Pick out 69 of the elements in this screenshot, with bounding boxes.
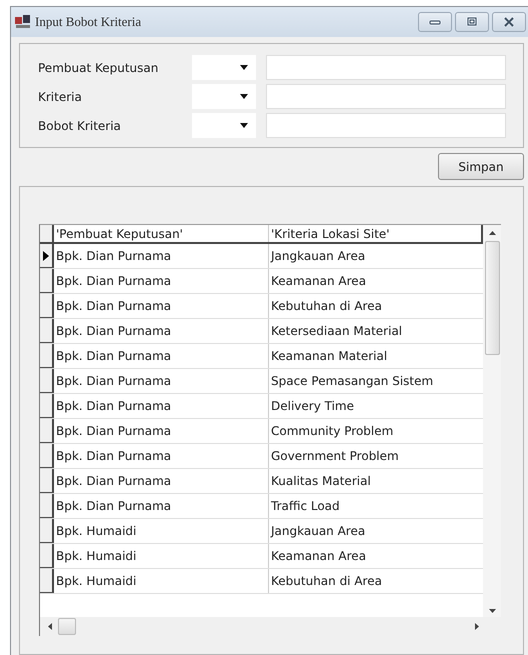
row-indicator[interactable]	[40, 344, 54, 368]
row-indicator[interactable]	[40, 469, 54, 493]
input-field[interactable]	[266, 55, 506, 80]
row-indicator[interactable]	[40, 494, 54, 518]
scroll-right-icon[interactable]	[475, 623, 479, 630]
table-cell-text: Jangkauan Area	[269, 248, 366, 265]
close-button[interactable]	[492, 12, 526, 32]
column-header[interactable]: 'Pembuat Keputusan'	[54, 225, 269, 242]
vertical-scrollbar[interactable]	[483, 225, 501, 617]
minimize-icon	[429, 18, 441, 26]
row-indicator[interactable]	[40, 269, 54, 293]
table-cell: Bpk. Humaidi	[54, 544, 269, 568]
table-cell-text: Ketersediaan Material	[270, 323, 404, 340]
row-indicator[interactable]	[40, 519, 54, 543]
table-cell: Bpk. Dian Purnama	[54, 319, 269, 343]
row-indicator[interactable]	[40, 394, 54, 418]
table-cell: Bpk. Dian Purnama	[54, 394, 269, 418]
scroll-up-icon[interactable]	[488, 231, 496, 235]
row-indicator[interactable]	[40, 244, 54, 268]
app-icon	[14, 14, 32, 30]
dropdown-arrow-icon	[240, 94, 248, 99]
input-field[interactable]	[266, 113, 506, 138]
table-cell-text: Kebutuhan di Area	[270, 298, 383, 315]
row-indicator[interactable]	[40, 544, 54, 568]
close-icon	[503, 17, 515, 27]
table-cell: Bpk. Dian Purnama	[54, 369, 269, 393]
table-cell-text: Kebutuhan di Area	[270, 573, 383, 590]
row-indicator[interactable]	[40, 319, 54, 343]
scroll-down-icon[interactable]	[488, 609, 496, 613]
scroll-thumb[interactable]	[58, 618, 76, 635]
table-cell: Bpk. Dian Purnama	[54, 469, 269, 493]
table-cell-text: Jangkauan Area	[269, 523, 366, 540]
row-indicator[interactable]	[40, 419, 54, 443]
row-indicator[interactable]	[40, 294, 54, 318]
scroll-thumb[interactable]	[484, 241, 500, 355]
table-cell-text: Keamanan Material	[270, 348, 388, 365]
table-cell: Bpk. Dian Purnama	[54, 494, 269, 518]
table-cell: Bpk. Dian Purnama	[54, 244, 269, 268]
input-field[interactable]	[266, 84, 506, 109]
dropdown-arrow-icon	[240, 123, 248, 128]
window-title: Input Bobot Kriteria	[35, 14, 142, 30]
scroll-left-icon[interactable]	[48, 623, 52, 630]
table-cell: Bpk. Dian Purnama	[54, 344, 269, 368]
table-cell: Bpk. Humaidi	[54, 569, 269, 593]
table-cell-text: Space Pemasangan Sistem	[270, 373, 434, 390]
maximize-button[interactable]	[455, 12, 489, 32]
maximize-icon	[466, 17, 478, 27]
table-cell-text: Government Problem	[270, 448, 400, 465]
save-button[interactable]: Simpan	[438, 153, 524, 180]
table-cell-text: Kualitas Material	[270, 473, 372, 490]
table-cell-text: Community Problem	[270, 423, 394, 440]
field-label: Kriteria	[38, 90, 83, 104]
table-cell: Bpk. Dian Purnama	[54, 444, 269, 468]
row-indicator[interactable]	[40, 444, 54, 468]
table-cell: Bpk. Dian Purnama	[54, 294, 269, 318]
table-cell: Bpk. Dian Purnama	[54, 419, 269, 443]
table-cell-text: Keamanan Area	[270, 548, 368, 565]
field-label: Bobot Kriteria	[38, 118, 122, 132]
table-cell: Bpk. Humaidi	[54, 519, 269, 543]
current-row-icon	[43, 250, 49, 260]
table-cell-text: Traffic Load	[270, 498, 341, 515]
row-indicator[interactable]	[40, 369, 54, 393]
table-cell: Bpk. Dian Purnama	[54, 269, 269, 293]
row-indicator[interactable]	[40, 569, 54, 593]
dropdown-arrow-icon	[240, 65, 248, 70]
table-cell-text: Keamanan Area	[270, 273, 368, 290]
minimize-button[interactable]	[418, 12, 452, 32]
field-label: Pembuat Keputusan	[38, 60, 160, 74]
table-cell-text: Delivery Time	[270, 398, 355, 415]
